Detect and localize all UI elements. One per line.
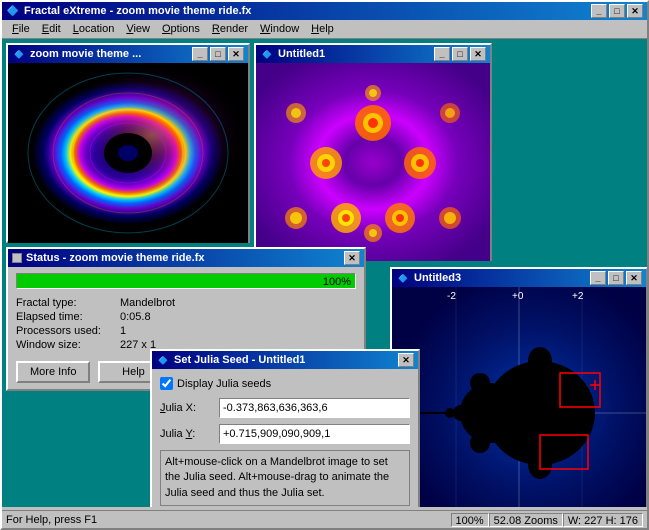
untitled1-title-bar: 🔷 Untitled1 _ □ ✕	[256, 45, 490, 63]
help-text: For Help, press F1	[6, 514, 97, 526]
svg-text:+0: +0	[512, 291, 524, 302]
menu-view[interactable]: View	[120, 22, 156, 36]
elapsed-value: 0:05.8	[120, 311, 356, 323]
julia-y-input[interactable]	[219, 424, 410, 444]
untitled1-close[interactable]: ✕	[470, 47, 486, 61]
julia-x-input[interactable]	[219, 398, 410, 418]
julia-dialog-icon: 🔷	[156, 353, 170, 367]
app-icon: 🔷	[6, 4, 20, 18]
main-minimize-button[interactable]: _	[591, 4, 607, 18]
display-julia-seeds-checkbox[interactable]	[160, 377, 173, 390]
julia-dialog-controls: ✕	[398, 353, 414, 367]
menu-window[interactable]: Window	[254, 22, 305, 36]
main-maximize-button[interactable]: □	[609, 4, 625, 18]
svg-text:-2: -2	[447, 291, 456, 302]
julia-dialog-content: Display Julia seeds Julia X: Julia Y: Al…	[152, 369, 418, 507]
untitled1-icon: 🔷	[260, 47, 274, 61]
zoom-movie-icon: 🔷	[12, 47, 26, 61]
zoom-movie-title-bar: 🔷 zoom movie theme ... _ □ ✕	[8, 45, 248, 63]
zoom-percent: 100%	[451, 513, 489, 527]
untitled3-maximize[interactable]: □	[608, 271, 624, 285]
julia-dialog-title: Set Julia Seed - Untitled1	[174, 354, 398, 366]
menu-bar: File Edit Location View Options Render W…	[2, 20, 647, 39]
julia-info-text: Alt+mouse-click on a Mandelbrot image to…	[160, 450, 410, 506]
status-title: Status - zoom movie theme ride.fx	[26, 252, 344, 264]
svg-text:+2: +2	[572, 291, 584, 302]
untitled1-minimize[interactable]: _	[434, 47, 450, 61]
julia-dialog: 🔷 Set Julia Seed - Untitled1 ✕ Display J…	[150, 349, 420, 507]
julia-y-label: Julia Y:	[160, 428, 215, 440]
status-info-grid: Fractal type: Mandelbrot Elapsed time: 0…	[8, 293, 364, 355]
zoom-movie-maximize[interactable]: □	[210, 47, 226, 61]
menu-edit[interactable]: Edit	[36, 22, 67, 36]
processors-label: Processors used:	[16, 325, 116, 337]
zoom-movie-close[interactable]: ✕	[228, 47, 244, 61]
untitled3-canvas[interactable]: -2 +0 +2	[392, 287, 646, 507]
julia-y-row: Julia Y:	[160, 424, 410, 444]
untitled3-title-bar: 🔷 Untitled3 _ □ ✕	[392, 269, 646, 287]
elapsed-label: Elapsed time:	[16, 311, 116, 323]
zoom-movie-window: 🔷 zoom movie theme ... _ □ ✕	[6, 43, 250, 243]
menu-options[interactable]: Options	[156, 22, 206, 36]
app-content: 🔷 zoom movie theme ... _ □ ✕	[2, 39, 647, 507]
main-close-button[interactable]: ✕	[627, 4, 643, 18]
julia-fractal-svg	[256, 63, 490, 261]
zoom-movie-controls: _ □ ✕	[192, 47, 244, 61]
untitled1-window: 🔷 Untitled1 _ □ ✕	[254, 43, 492, 261]
untitled1-title: Untitled1	[278, 48, 434, 60]
untitled3-window: 🔷 Untitled3 _ □ ✕	[390, 267, 647, 507]
progress-text: 100%	[323, 274, 351, 290]
fractal-type-label: Fractal type:	[16, 297, 116, 309]
display-julia-seeds-row: Display Julia seeds	[160, 377, 410, 390]
processors-value: 1	[120, 325, 356, 337]
julia-x-label: Julia X:	[160, 402, 215, 414]
main-window: 🔷 Fractal eXtreme - zoom movie theme rid…	[0, 0, 649, 530]
zoom-movie-canvas[interactable]	[8, 63, 248, 243]
display-julia-seeds-label: Display Julia seeds	[177, 378, 271, 390]
menu-file[interactable]: File	[6, 22, 36, 36]
more-info-button[interactable]: More Info	[16, 361, 90, 383]
progress-bar-container: 100%	[16, 273, 356, 289]
help-bar: For Help, press F1 100% 52.08 Zooms W: 2…	[2, 510, 647, 528]
zoom-movie-fractal-svg	[8, 63, 248, 243]
menu-render[interactable]: Render	[206, 22, 254, 36]
untitled1-controls: _ □ ✕	[434, 47, 486, 61]
zoom-movie-minimize[interactable]: _	[192, 47, 208, 61]
menu-help[interactable]: Help	[305, 22, 340, 36]
main-title: Fractal eXtreme - zoom movie theme ride.…	[24, 5, 591, 17]
untitled3-icon: 🔷	[396, 271, 410, 285]
zooms-count: 52.08 Zooms	[489, 513, 563, 527]
window-dimensions: W: 227 H: 176	[563, 513, 643, 527]
untitled3-minimize[interactable]: _	[590, 271, 606, 285]
julia-dialog-close-btn[interactable]: ✕	[398, 353, 414, 367]
untitled3-title: Untitled3	[414, 272, 590, 284]
mandelbrot-svg: -2 +0 +2	[392, 287, 646, 507]
status-title-bar: Status - zoom movie theme ride.fx ✕	[8, 249, 364, 267]
zoom-movie-title: zoom movie theme ...	[30, 48, 192, 60]
status-controls: ✕	[344, 251, 360, 265]
window-size-label: Window size:	[16, 339, 116, 351]
menu-location[interactable]: Location	[67, 22, 121, 36]
status-close[interactable]: ✕	[344, 251, 360, 265]
main-title-bar: 🔷 Fractal eXtreme - zoom movie theme rid…	[2, 2, 647, 20]
untitled1-canvas[interactable]	[256, 63, 490, 261]
fractal-type-value: Mandelbrot	[120, 297, 356, 309]
julia-x-row: Julia X:	[160, 398, 410, 418]
untitled1-maximize[interactable]: □	[452, 47, 468, 61]
status-icon	[12, 253, 22, 263]
untitled3-close[interactable]: ✕	[626, 271, 642, 285]
progress-bar-fill	[17, 274, 355, 288]
main-window-controls: _ □ ✕	[591, 4, 643, 18]
julia-title-bar: 🔷 Set Julia Seed - Untitled1 ✕	[152, 351, 418, 369]
untitled3-controls: _ □ ✕	[590, 271, 642, 285]
